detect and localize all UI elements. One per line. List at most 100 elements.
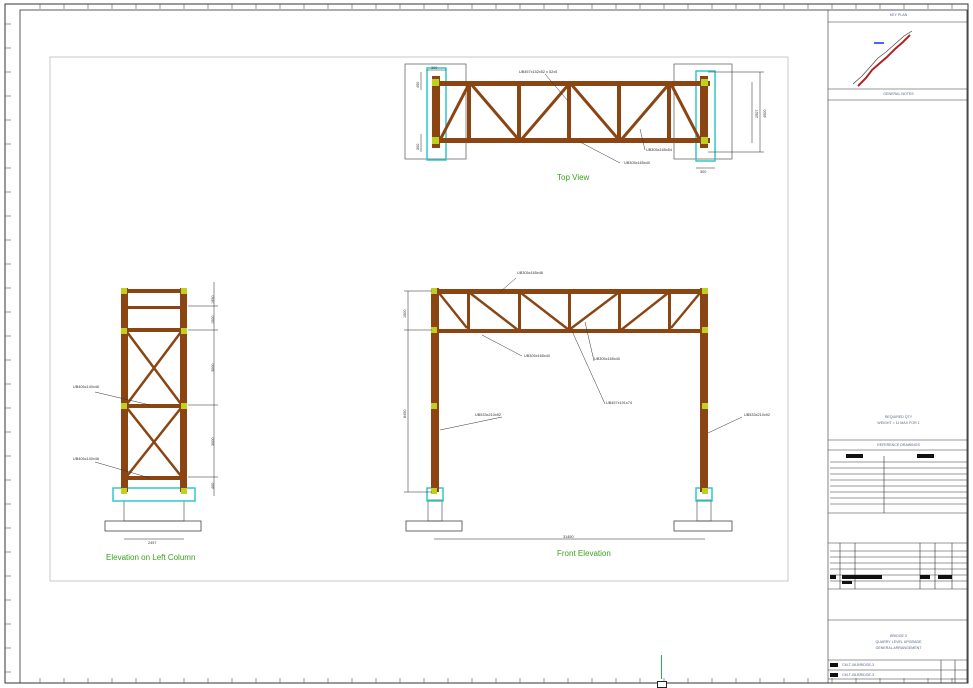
top-diagonal [469,83,521,141]
node [432,137,439,144]
cursor-snap-line [661,655,662,679]
node [181,288,187,294]
side-beam [121,476,187,480]
top-diagonal [438,83,471,141]
node [431,403,437,409]
top-leaders [544,73,646,164]
side-beam [121,289,187,293]
node [121,403,127,409]
dimension-text: 31450 [563,535,574,539]
dimension-text: 4500 [763,109,767,118]
front-right-footing [673,520,733,532]
side-column-right [180,288,187,492]
side-footing [104,520,202,532]
node [701,137,708,144]
drawing-number-2: CM-T-08-BRIDGE-3 [842,673,875,677]
member-callout: UB305x165x46 [517,271,543,275]
side-view-title: Elevation on Left Column [106,553,196,562]
front-diagonal [469,292,519,331]
front-vertical [518,292,521,330]
front-elevation [404,277,743,540]
dimension-text: 450 [211,482,215,489]
member-callout: UB533x210x92 [744,413,770,417]
tb-black-bar [830,663,838,667]
node [181,328,187,334]
member-callout: UB305x165x40 [594,357,620,361]
front-left-pedestal [427,499,443,522]
tb-black-bar [917,454,934,458]
member-callout: UB457x191x74 [606,401,632,405]
node [431,488,437,494]
dimension-text: 2507 [755,109,759,118]
side-column-left [121,288,128,492]
front-right-column [700,288,708,492]
tb-black-bar [920,575,930,579]
front-leaders [439,277,743,434]
side-nodes [121,288,187,494]
top-vertical [567,83,571,141]
front-dimensions [404,290,705,540]
side-elevation [94,282,218,540]
front-vertical [467,292,470,330]
node [121,288,127,294]
member-callout: UB305x165x40 [524,354,550,358]
required-qty: REQUIRED QTY [884,415,913,419]
front-diagonal [670,292,701,329]
dimension-text: 1950 [211,295,215,304]
tb-black-bar [938,575,952,579]
node [702,288,708,294]
dimension-text: 2497 [148,541,157,545]
front-view-title: Front Elevation [557,549,611,558]
tb-black-bar [830,673,838,677]
side-horizontals [121,289,187,480]
front-verticals [467,292,671,330]
node [121,328,127,334]
top-vertical [617,83,621,141]
dimension-text: 300 [431,66,438,70]
drawing-sheet [4,3,969,684]
dimension-text: 3000 [211,437,215,446]
node [121,488,127,494]
node [702,403,708,409]
front-right-pedestal [696,499,712,522]
leader [481,334,523,357]
front-diagonal [438,292,468,329]
top-vertical [467,83,471,141]
side-beam [121,328,187,332]
node [702,327,708,333]
project-line-2: QUARRY LEVEL UPGRADE [875,640,922,644]
side-pedestal [123,500,185,522]
tb-black-bar [842,581,852,584]
leader [439,416,503,431]
member-callout: UB533x210x92 [475,413,501,417]
member-callout: UB305x165x54 [646,148,672,152]
top-diagonal [569,83,621,141]
dimension-text: 300 [416,143,420,150]
front-left-footing [405,520,463,532]
key-plan-sketch [852,30,913,87]
top-vertical [667,83,671,141]
side-beam [121,404,187,408]
key-plan-heading: KEY PLAN [889,13,908,17]
tb-black-bar [842,575,882,579]
top-vertical [517,83,521,141]
project-line-3: GENERAL ARRANGEMENT [875,646,922,650]
side-beam [121,306,187,309]
drawing-number-1: CM-T-08-BRIDGE-3 [842,663,875,667]
node [181,403,187,409]
leader [707,416,743,434]
dimension-text: 450 [416,81,420,88]
key-plan-outline [852,30,913,85]
top-view-title: Top View [557,173,590,182]
node [701,79,708,86]
dimension-text: 1500 [211,315,215,324]
node [702,488,708,494]
dimension-text: 3000 [211,363,215,372]
member-callout: UB457x152x52 x 52x5 [519,70,558,74]
reference-rows [830,461,967,505]
front-vertical [568,292,571,330]
front-left-column [431,288,439,492]
member-callout: UB406x140x46 [73,457,99,461]
dimension-text: 300 [700,170,707,174]
leader [579,141,621,164]
